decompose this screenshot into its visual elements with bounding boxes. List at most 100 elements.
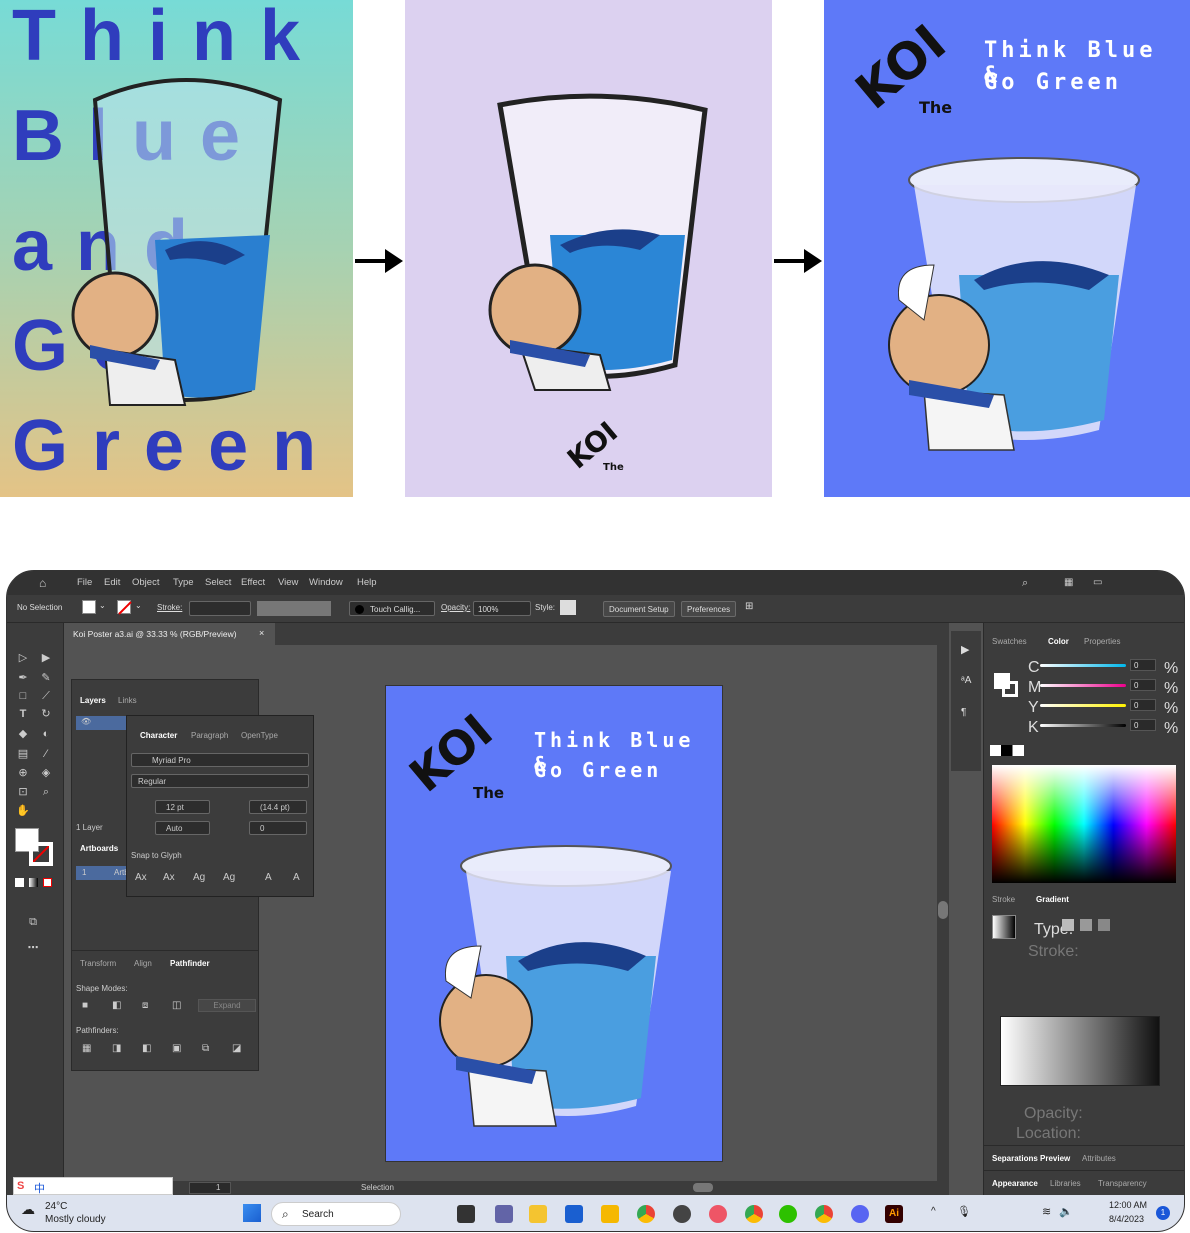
- more-tools-icon[interactable]: ⋯: [26, 941, 40, 955]
- artboard-row[interactable]: 1 Artb: [76, 866, 129, 880]
- minus-back-icon[interactable]: ◪: [232, 1043, 241, 1054]
- brush-dropdown[interactable]: Touch Callig...: [349, 601, 435, 616]
- tab-layers[interactable]: Layers: [80, 696, 106, 705]
- tab-align[interactable]: Align: [134, 959, 152, 968]
- menu-window[interactable]: Window: [309, 577, 343, 588]
- artboard[interactable]: KOI The Think Blue & Go Green: [385, 685, 723, 1162]
- opacity-field[interactable]: 100%: [473, 601, 531, 616]
- wechat-icon[interactable]: [779, 1205, 797, 1223]
- direct-selection-tool-icon[interactable]: ▶: [39, 651, 53, 665]
- exclude-icon[interactable]: ◫: [172, 1000, 181, 1011]
- gradient-mode-icon[interactable]: [29, 878, 38, 887]
- menu-object[interactable]: Object: [132, 577, 159, 588]
- leading-field[interactable]: (14.4 pt): [249, 800, 307, 814]
- blend-tool-icon[interactable]: ⊕: [16, 766, 30, 780]
- show-hidden-icons-icon[interactable]: ^: [931, 1206, 936, 1217]
- horizontal-scroll-thumb[interactable]: [693, 1183, 713, 1192]
- chrome-icon[interactable]: [637, 1205, 655, 1223]
- stroke-swatch[interactable]: [117, 600, 132, 615]
- arrange-icon[interactable]: ▭: [1093, 577, 1102, 588]
- shape-builder-tool-icon[interactable]: ◐: [39, 727, 53, 741]
- app-icon[interactable]: [673, 1205, 691, 1223]
- color-stroke-icon[interactable]: [1002, 681, 1018, 697]
- tracking-field[interactable]: 0: [249, 821, 307, 835]
- zoom-tool-icon[interactable]: ⌕: [39, 785, 53, 799]
- channel-slider[interactable]: [1040, 704, 1126, 707]
- stroke-color-icon[interactable]: [29, 842, 53, 866]
- scroll-thumb[interactable]: [938, 901, 948, 919]
- chevron-down-icon[interactable]: ⌄: [135, 601, 142, 610]
- tab-transparency[interactable]: Transparency: [1098, 1179, 1147, 1188]
- tab-appearance[interactable]: Appearance: [992, 1179, 1038, 1188]
- menu-file[interactable]: File: [77, 577, 92, 588]
- radial-gradient-icon[interactable]: [1080, 919, 1092, 931]
- play-actions-icon[interactable]: ▶: [961, 643, 969, 656]
- style-swatch[interactable]: [560, 600, 576, 615]
- gradient-tool-icon[interactable]: ▤: [16, 747, 30, 761]
- workspace-icon[interactable]: ▦: [1064, 577, 1073, 588]
- notification-badge[interactable]: 1: [1156, 1206, 1170, 1220]
- freeform-gradient-icon[interactable]: [1098, 919, 1110, 931]
- paragraph-styles-icon[interactable]: ¶: [961, 707, 966, 718]
- channel-slider[interactable]: [1040, 684, 1126, 687]
- character-styles-icon[interactable]: ᵃA: [961, 675, 971, 686]
- channel-value[interactable]: 0: [1130, 679, 1156, 691]
- tab-transform[interactable]: Transform: [80, 959, 116, 968]
- tab-attributes[interactable]: Attributes: [1082, 1154, 1116, 1163]
- volume-icon[interactable]: 🔈: [1059, 1205, 1073, 1218]
- menu-view[interactable]: View: [278, 577, 298, 588]
- sticky-notes-icon[interactable]: [529, 1205, 547, 1223]
- channel-slider[interactable]: [1040, 664, 1126, 667]
- eraser-tool-icon[interactable]: ◆: [16, 727, 30, 741]
- document-tab[interactable]: Koi Poster a3.ai @ 33.33 % (RGB/Preview)…: [65, 623, 275, 645]
- eye-icon[interactable]: 👁: [81, 717, 91, 726]
- trim-icon[interactable]: ◨: [112, 1043, 121, 1054]
- wifi-icon[interactable]: ≋: [1042, 1205, 1051, 1218]
- anchor-snap-icon[interactable]: A: [293, 872, 300, 883]
- channel-value[interactable]: 0: [1130, 719, 1156, 731]
- tab-character[interactable]: Character: [140, 731, 177, 740]
- file-explorer-icon[interactable]: [601, 1205, 619, 1223]
- store-icon[interactable]: [565, 1205, 583, 1223]
- menu-select[interactable]: Select: [205, 577, 231, 588]
- menu-edit[interactable]: Edit: [104, 577, 120, 588]
- glyph-bounds-snap-icon[interactable]: Ag: [193, 872, 205, 883]
- discord-icon[interactable]: [851, 1205, 869, 1223]
- tab-separations-preview[interactable]: Separations Preview: [992, 1154, 1070, 1163]
- tab-color[interactable]: Color: [1048, 637, 1069, 646]
- eyedropper-tool-icon[interactable]: ⁄: [39, 747, 53, 761]
- crop-icon[interactable]: ▣: [172, 1043, 181, 1054]
- baseline-snap-icon[interactable]: Ax: [135, 872, 147, 883]
- rectangle-tool-icon[interactable]: □: [16, 689, 30, 703]
- proximity-snap-icon[interactable]: Ag: [223, 872, 235, 883]
- photos-icon[interactable]: [709, 1205, 727, 1223]
- paintbrush-tool-icon[interactable]: ⟋: [39, 689, 53, 703]
- tab-gradient[interactable]: Gradient: [1036, 895, 1069, 904]
- rotate-tool-icon[interactable]: ↻: [39, 707, 53, 721]
- ime-toolbar[interactable]: S 中: [13, 1177, 173, 1195]
- intersect-icon[interactable]: ⧈: [142, 1000, 148, 1011]
- none-mode-icon[interactable]: [43, 878, 52, 887]
- illustrator-icon[interactable]: Ai: [885, 1205, 903, 1223]
- channel-slider[interactable]: [1040, 724, 1126, 727]
- chrome-profile-icon[interactable]: [745, 1205, 763, 1223]
- fill-swatch[interactable]: [82, 600, 96, 614]
- weather-icon[interactable]: ☁: [21, 1201, 35, 1218]
- selection-tool-icon[interactable]: ▷: [16, 651, 30, 665]
- font-size-field[interactable]: 12 pt: [155, 800, 210, 814]
- teams-icon[interactable]: [495, 1205, 513, 1223]
- minus-front-icon[interactable]: ◧: [112, 1000, 121, 1011]
- angular-snap-icon[interactable]: A: [265, 872, 272, 883]
- curvature-tool-icon[interactable]: ✎: [39, 671, 53, 685]
- stroke-label[interactable]: Stroke:: [157, 603, 182, 612]
- chevron-down-icon[interactable]: ⌄: [99, 601, 106, 610]
- variable-width-field[interactable]: [257, 601, 331, 616]
- menu-effect[interactable]: Effect: [241, 577, 265, 588]
- opacity-label[interactable]: Opacity:: [441, 603, 470, 612]
- hand-tool-icon[interactable]: ✋: [16, 804, 30, 818]
- document-setup-button[interactable]: Document Setup: [603, 601, 675, 617]
- artboard-nav-field[interactable]: 1: [189, 1182, 231, 1194]
- tab-properties[interactable]: Properties: [1084, 637, 1120, 646]
- linear-gradient-icon[interactable]: [1062, 919, 1074, 931]
- screen-mode-icon[interactable]: ⧉: [26, 915, 40, 929]
